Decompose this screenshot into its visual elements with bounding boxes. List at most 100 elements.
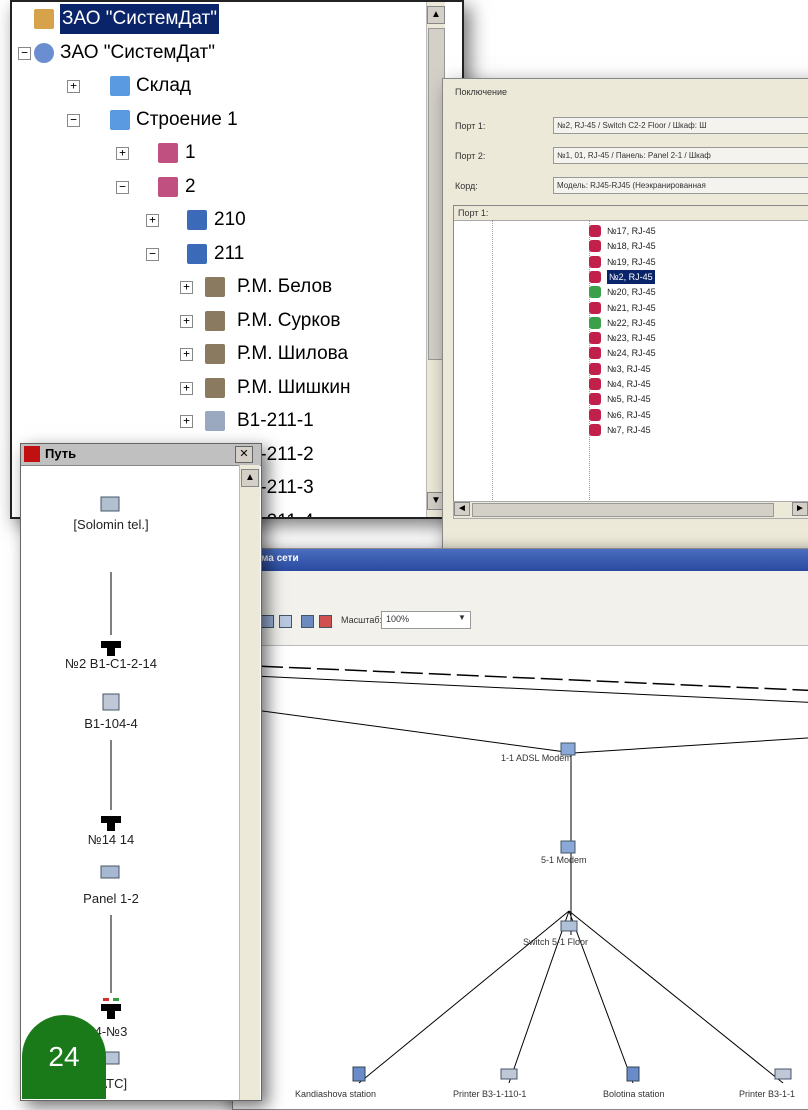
port-label: №5, RJ-45 [607,394,651,405]
port-list-item[interactable]: №2, RJ-45 [589,269,729,284]
network-diagram [233,664,808,1084]
port-list-item[interactable]: №4, RJ-45 [589,377,729,391]
tree-node[interactable]: + Р.М. Шилова [12,339,422,369]
tree-node[interactable]: + Р.М. Сурков [12,306,422,336]
port-label: №24, RJ-45 [607,348,656,359]
tree-node[interactable]: −2 [12,172,422,202]
port-list-panel: Порт 1: №17, RJ-45 №18, RJ-45 №19, RJ-45 №2… [453,205,808,517]
path-vertical-scrollbar[interactable]: ▲ [239,465,260,1100]
building-icon [110,109,130,130]
port-icon [589,301,601,314]
node-label-switch: Switch 5-1 Floor [523,937,589,947]
port-list-item[interactable]: №3, RJ-45 [589,362,729,376]
expand-icon[interactable]: + [67,80,80,93]
port-label: №22, RJ-45 [607,317,656,328]
copy-icon[interactable] [279,615,292,628]
patch-panel-icon [102,693,120,711]
expand-icon[interactable]: + [180,314,193,328]
tree-node[interactable]: + Склад [12,71,422,101]
scroll-thumb[interactable] [472,503,774,517]
port-list-item[interactable]: №23, RJ-45 [589,331,729,345]
expand-icon[interactable]: + [180,381,193,395]
port-list-item[interactable]: №7, RJ-45 [589,423,729,437]
port-list-header: Порт 1: [454,206,808,221]
port2-field[interactable]: №1, 01, RJ-45 / Панель: Panel 2-1 / Шкаф [553,147,808,164]
port-list-item[interactable]: №19, RJ-45 [589,255,729,269]
collapse-icon[interactable]: − [18,46,31,60]
computer-icon [352,1066,366,1082]
port-list-item[interactable]: №20, RJ-45 [589,285,729,299]
scroll-left-button[interactable]: ◄ [454,502,470,516]
save-icon[interactable] [261,615,274,628]
scroll-up-button[interactable]: ▲ [427,6,445,24]
port-icon [589,225,601,237]
network-link [572,737,808,754]
port-list-item[interactable]: №22, RJ-45 [589,316,729,330]
port-icon [589,286,601,299]
scroll-up-button[interactable]: ▲ [241,469,259,487]
port-icon [589,393,601,406]
expand-icon[interactable]: + [116,147,129,160]
app-logo-icon [24,446,40,462]
port-label: №2, RJ-45 [607,269,655,284]
grid-icon[interactable] [301,615,314,628]
port-icon [589,378,601,390]
port-icon [589,255,601,268]
node-label-adsl-modem: 1-1 ADSL Modem [501,753,572,763]
switch-icon [100,865,120,879]
port-list-item[interactable]: №18, RJ-45 [589,239,729,253]
port-list-item[interactable]: №6, RJ-45 [589,408,729,422]
expand-icon[interactable]: + [146,214,159,227]
scale-select[interactable]: 100% ▼ [381,611,471,629]
computer-icon [626,1066,640,1082]
cord-label: Корд: [455,181,478,191]
port-list-hscrollbar[interactable]: ◄ ► [453,501,808,519]
tree-node[interactable]: − 211 [12,239,422,269]
port-list-item[interactable]: №21, RJ-45 [589,301,729,315]
port-list-item[interactable]: №17, RJ-45 [589,224,729,238]
tree-node[interactable]: + Р.М. Шишкин [12,373,422,403]
expand-icon[interactable]: + [180,415,193,428]
port-label: №6, RJ-45 [607,409,651,420]
tree-node[interactable]: + B1-211-1 [12,406,422,436]
panel-icon [205,411,225,431]
cord-field[interactable]: Модель: RJ45-RJ45 (Неэкранированная [553,177,808,194]
tree-node-label: Р.М. Шилова [237,343,349,364]
port2-label: Порт 2: [455,151,486,161]
scroll-right-button[interactable]: ► [792,502,808,516]
tree-node[interactable]: + Р.М. Белов [12,272,422,302]
tree-node-label: 2 [185,175,196,197]
path-node-label: [Solomin tel.] [73,517,149,532]
expand-icon[interactable]: + [180,281,193,294]
port-list-item[interactable]: №24, RJ-45 [589,346,729,360]
room-icon [187,243,207,264]
network-scheme-window: Схема сети Масштаб: 100% ▼ 1-1 ADSL Mode… [232,548,808,1110]
tree-node[interactable]: ЗАО "СистемДат" [12,4,422,34]
tree-node[interactable]: +1 [12,138,422,168]
tree-node[interactable]: +210 [12,205,422,235]
floor-icon [158,176,178,197]
port-list-item[interactable]: №5, RJ-45 [589,392,729,406]
port-label: №19, RJ-45 [607,256,656,267]
tree-node-label: 210 [214,209,246,230]
port-label: №7, RJ-45 [607,424,651,435]
port-label: №17, RJ-45 [607,226,656,236]
port1-field[interactable]: №2, RJ-45 / Switch C2-2 Floor / Шкаф: Ш [553,117,808,134]
room-icon [187,210,207,230]
tree-node[interactable]: − Строение 1 [12,105,422,135]
close-button[interactable]: ✕ [235,446,253,463]
expand-icon[interactable]: + [180,348,193,361]
tree-node[interactable]: − ЗАО "СистемДат" [12,38,422,68]
connection-title: Поключение [455,87,508,97]
path-diagram [100,496,121,1065]
port-icon [589,423,601,436]
node-label-kandiashova: Kandiashova station [295,1089,377,1099]
network-link [233,674,808,703]
collapse-icon[interactable]: − [67,113,80,127]
port-label: №4, RJ-45 [607,379,651,389]
path-window: Путь ✕ [Solomin tel.] №2 B1-C1-2-14 B1-1… [20,443,262,1101]
collapse-icon[interactable]: − [116,180,129,194]
tree-node-label: ЗАО "СистемДат" [60,41,215,63]
layout-icon[interactable] [319,615,332,628]
collapse-icon[interactable]: − [146,247,159,261]
